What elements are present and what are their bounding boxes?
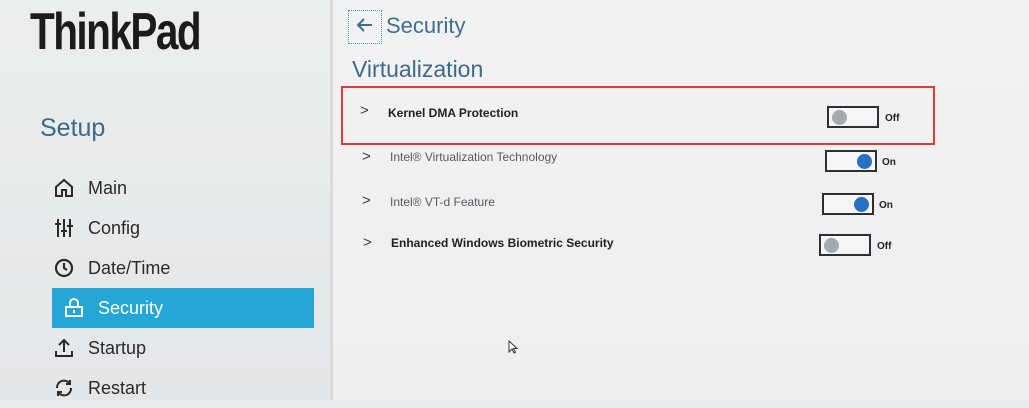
setting-label: Enhanced Windows Biometric Security [391, 236, 614, 250]
upload-icon [50, 337, 78, 359]
sidebar-item-restart[interactable]: Restart [44, 368, 316, 408]
sidebar-item-label: Startup [88, 337, 147, 358]
clock-icon [50, 257, 78, 279]
toggle-state: On [882, 157, 896, 168]
toggle-state: On [879, 200, 893, 211]
toggle-knob [854, 197, 869, 212]
kernel-dma-toggle[interactable] [827, 106, 879, 128]
chevron-right-icon: > [363, 234, 372, 251]
mouse-cursor-icon [508, 339, 519, 359]
biometric-toggle[interactable] [819, 234, 871, 256]
setting-label: Intel® Virtualization Technology [390, 150, 558, 164]
sidebar-item-label: Restart [88, 377, 147, 398]
section-title: Virtualization [352, 56, 484, 82]
toggle-state: Off [885, 113, 900, 124]
breadcrumb: Security [386, 13, 466, 38]
vtd-toggle[interactable] [822, 193, 874, 215]
toggle-knob [832, 110, 847, 125]
virtualization-toggle[interactable] [825, 150, 877, 172]
refresh-icon [50, 377, 78, 399]
thinkpad-logo: ThinkPad [30, 3, 202, 61]
sidebar-item-label: Date/Time [88, 257, 171, 278]
back-button[interactable] [348, 10, 382, 44]
toggle-knob [857, 154, 872, 169]
setting-label: Kernel DMA Protection [388, 106, 519, 120]
lock-icon [60, 297, 88, 319]
setting-row-kernel-dma[interactable]: > Kernel DMA Protection Off [0, 100, 1029, 130]
setting-row-virtualization[interactable]: > Intel® Virtualization Technology On [0, 144, 1029, 174]
toggle-knob [824, 238, 839, 253]
arrow-left-icon [355, 15, 375, 40]
sidebar-item-label: Security [98, 297, 164, 318]
chevron-right-icon: > [362, 192, 371, 209]
sidebar-item-security[interactable]: Security [52, 288, 314, 328]
setting-label: Intel® VT-d Feature [390, 195, 495, 209]
sidebar-item-startup[interactable]: Startup [44, 328, 316, 368]
setting-row-vtd[interactable]: > Intel® VT-d Feature On [0, 188, 1029, 218]
setting-row-biometric[interactable]: > Enhanced Windows Biometric Security Of… [0, 230, 1029, 260]
chevron-right-icon: > [360, 102, 369, 119]
chevron-right-icon: > [362, 148, 371, 165]
toggle-state: Off [877, 241, 892, 252]
